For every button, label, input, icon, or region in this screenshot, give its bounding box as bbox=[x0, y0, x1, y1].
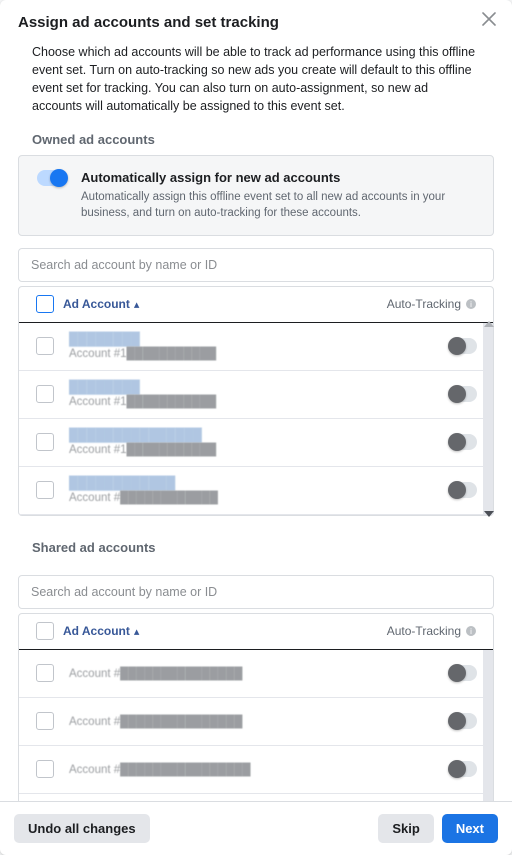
row-checkbox[interactable] bbox=[36, 760, 54, 778]
table-row: ████████ Account #1███████████ bbox=[19, 323, 493, 371]
owned-column-account[interactable]: Ad Account bbox=[63, 297, 130, 311]
row-checkbox[interactable] bbox=[36, 385, 54, 403]
owned-search-input[interactable] bbox=[19, 249, 493, 281]
owned-accounts-label: Owned ad accounts bbox=[18, 130, 494, 155]
account-number: Account #███████████████ bbox=[69, 716, 367, 728]
account-number: Account #████████████ bbox=[69, 492, 367, 504]
account-name[interactable]: ████████████ bbox=[69, 476, 367, 490]
row-checkbox[interactable] bbox=[36, 337, 54, 355]
row-checkbox[interactable] bbox=[36, 712, 54, 730]
sort-caret-icon: ▴ bbox=[134, 298, 140, 311]
auto-assign-title: Automatically assign for new ad accounts bbox=[81, 170, 477, 185]
svg-text:i: i bbox=[470, 300, 472, 309]
auto-tracking-toggle[interactable] bbox=[449, 761, 477, 777]
modal-footer: Undo all changes Skip Next bbox=[0, 801, 512, 855]
owned-scrollbar[interactable] bbox=[483, 323, 493, 515]
modal-title: Assign ad accounts and set tracking bbox=[18, 14, 494, 31]
modal-body: Choose which ad accounts will be able to… bbox=[0, 37, 512, 801]
account-number: Account #████████████████ bbox=[69, 764, 367, 776]
account-name[interactable]: ████████ bbox=[69, 332, 367, 346]
table-row: Account #█████████ bbox=[19, 794, 493, 801]
owned-column-tracking: Auto-Tracking bbox=[387, 297, 461, 311]
shared-column-account[interactable]: Ad Account bbox=[63, 624, 130, 638]
auto-tracking-toggle[interactable] bbox=[449, 665, 477, 681]
owned-table: Ad Account ▴ Auto-Tracking i ████████ Ac… bbox=[18, 286, 494, 516]
auto-tracking-toggle[interactable] bbox=[449, 338, 477, 354]
shared-select-all-checkbox[interactable] bbox=[36, 622, 54, 640]
shared-accounts-label: Shared ad accounts bbox=[18, 538, 494, 563]
row-checkbox[interactable] bbox=[36, 664, 54, 682]
shared-table: Ad Account ▴ Auto-Tracking i Account #██… bbox=[18, 613, 494, 801]
shared-scrollbar[interactable] bbox=[483, 650, 493, 801]
account-name[interactable]: ███████████████ bbox=[69, 428, 367, 442]
modal-header: Assign ad accounts and set tracking bbox=[0, 0, 512, 37]
shared-search-input[interactable] bbox=[19, 576, 493, 608]
row-checkbox[interactable] bbox=[36, 481, 54, 499]
auto-assign-toggle[interactable] bbox=[37, 170, 65, 186]
shared-column-tracking: Auto-Tracking bbox=[387, 624, 461, 638]
owned-select-all-checkbox[interactable] bbox=[36, 295, 54, 313]
next-button[interactable]: Next bbox=[442, 814, 498, 843]
account-name[interactable]: ████████ bbox=[69, 380, 367, 394]
auto-assign-desc: Automatically assign this offline event … bbox=[81, 189, 477, 221]
account-number: Account #1███████████ bbox=[69, 396, 367, 408]
modal: Assign ad accounts and set tracking Choo… bbox=[0, 0, 512, 855]
modal-description: Choose which ad accounts will be able to… bbox=[18, 37, 494, 130]
table-row: ███████████████ Account #1███████████ bbox=[19, 419, 493, 467]
svg-text:i: i bbox=[470, 627, 472, 636]
table-row: ████████ Account #1███████████ bbox=[19, 371, 493, 419]
shared-table-header: Ad Account ▴ Auto-Tracking i bbox=[19, 614, 493, 650]
table-row: Account #████████████████ bbox=[19, 746, 493, 794]
table-row: Account #███████████████ bbox=[19, 650, 493, 698]
auto-tracking-toggle[interactable] bbox=[449, 713, 477, 729]
owned-search-wrap bbox=[18, 248, 494, 282]
auto-tracking-toggle[interactable] bbox=[449, 434, 477, 450]
auto-assign-panel: Automatically assign for new ad accounts… bbox=[18, 155, 494, 236]
owned-table-header: Ad Account ▴ Auto-Tracking i bbox=[19, 287, 493, 323]
auto-tracking-toggle[interactable] bbox=[449, 482, 477, 498]
account-number: Account #███████████████ bbox=[69, 668, 367, 680]
sort-caret-icon: ▴ bbox=[134, 625, 140, 638]
shared-search-wrap bbox=[18, 575, 494, 609]
undo-button[interactable]: Undo all changes bbox=[14, 814, 150, 843]
info-icon[interactable]: i bbox=[465, 298, 477, 310]
account-number: Account #1███████████ bbox=[69, 444, 367, 456]
info-icon[interactable]: i bbox=[465, 625, 477, 637]
close-icon[interactable] bbox=[482, 12, 498, 28]
table-row: Account #███████████████ bbox=[19, 698, 493, 746]
skip-button[interactable]: Skip bbox=[378, 814, 433, 843]
row-checkbox[interactable] bbox=[36, 433, 54, 451]
auto-tracking-toggle[interactable] bbox=[449, 386, 477, 402]
table-row: ████████████ Account #████████████ bbox=[19, 467, 493, 515]
account-number: Account #1███████████ bbox=[69, 348, 367, 360]
